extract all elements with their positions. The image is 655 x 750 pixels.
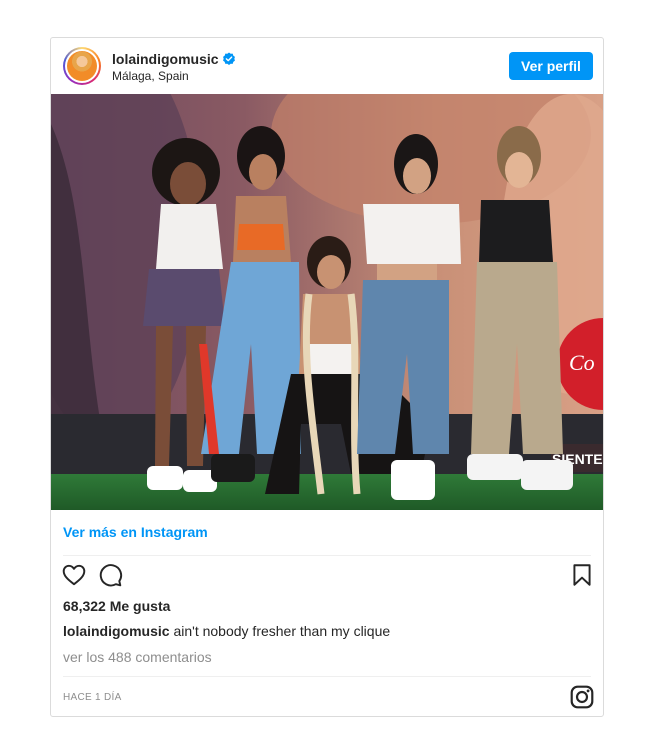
post-photo[interactable]: SIENTE Co — [51, 94, 603, 510]
svg-text:Co: Co — [569, 350, 595, 375]
divider — [63, 676, 591, 677]
bookmark-icon[interactable] — [569, 562, 595, 588]
avatar[interactable] — [63, 47, 101, 85]
post-photo-image: SIENTE Co — [51, 94, 603, 510]
divider — [63, 555, 591, 556]
likes-count[interactable]: 68,322 Me gusta — [63, 598, 170, 614]
caption-text: ain't nobody fresher than my clique — [173, 623, 391, 639]
avatar-image — [67, 51, 97, 81]
view-comments-link[interactable]: ver los 488 comentarios — [63, 649, 212, 665]
heart-icon[interactable] — [61, 562, 87, 588]
post-timestamp[interactable]: HACE 1 DÍA — [63, 692, 122, 703]
post-caption: lolaindigomusic ain't nobody fresher tha… — [63, 623, 390, 639]
comment-icon[interactable] — [97, 562, 123, 588]
username[interactable]: lolaindigomusic — [112, 51, 219, 67]
view-profile-button[interactable]: Ver perfil — [509, 52, 593, 80]
view-more-on-instagram-link[interactable]: Ver más en Instagram — [63, 524, 208, 540]
instagram-icon[interactable] — [569, 684, 595, 710]
verified-badge-icon — [223, 52, 235, 65]
post-header: lolaindigomusic Málaga, Spain Ver perfil — [51, 38, 603, 94]
location[interactable]: Málaga, Spain — [112, 69, 189, 83]
caption-username[interactable]: lolaindigomusic — [63, 623, 170, 639]
instagram-embed-card: lolaindigomusic Málaga, Spain Ver perfil — [50, 37, 604, 717]
